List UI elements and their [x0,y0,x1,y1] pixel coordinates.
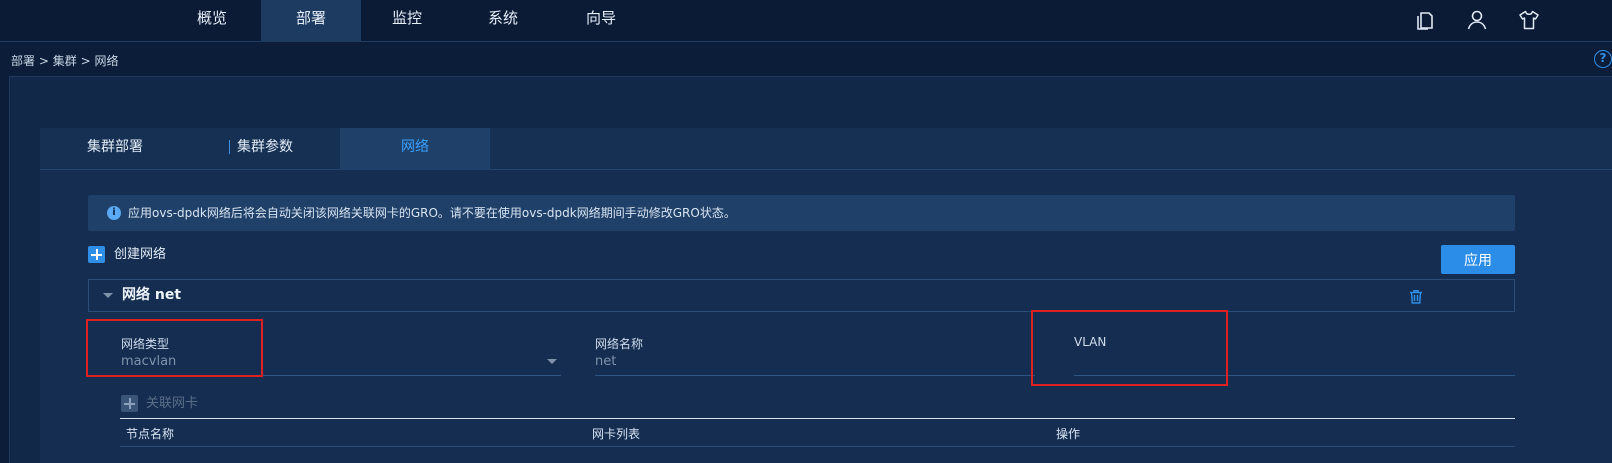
create-network-button[interactable]: 创建网络 [88,246,166,264]
user-icon[interactable] [1465,8,1489,32]
nav-item-overview[interactable]: 概览 [162,0,262,42]
associate-nic-label: 关联网卡 [146,396,199,411]
nav-item-deploy[interactable]: 部署 [261,0,361,42]
column-header-actions: 操作 [1056,427,1081,441]
notice-text: 应用ovs-dpdk网络后将会自动关闭该网络关联网卡的GRO。请不要在使用ovs… [128,206,736,220]
tab-cluster-params[interactable]: 集群参数 [190,128,340,170]
highlight-box-vlan [1031,310,1228,386]
top-navigation-bar: 概览 部署 监控 系统 向导 [0,0,1612,42]
table-top-border [120,418,1515,419]
select-caret-icon[interactable] [547,359,557,364]
breadcrumb-separator: > [80,54,95,68]
network-name-input[interactable]: net [595,354,616,369]
trash-icon[interactable] [1407,287,1425,305]
network-name-label: 网络名称 [595,337,644,351]
help-icon[interactable]: ? [1594,50,1612,68]
column-header-nic-list: 网卡列表 [592,427,641,441]
network-name-underline [595,375,1035,376]
nav-item-wizard[interactable]: 向导 [551,0,651,42]
apply-button[interactable]: 应用 [1441,245,1515,274]
table-header-border [120,446,1515,447]
highlight-box-network-type [86,319,263,377]
network-section-header: 网络 net [88,279,1515,312]
breadcrumb: 部署 > 集群 > 网络 [11,52,118,69]
breadcrumb-separator: > [38,54,53,68]
breadcrumb-item-cluster[interactable]: 集群 [53,54,77,68]
breadcrumb-item-network: 网络 [94,54,119,68]
create-network-label: 创建网络 [114,247,167,262]
copy-icon[interactable] [1413,8,1437,32]
breadcrumb-item-deploy[interactable]: 部署 [11,54,35,68]
tab-bar: 集群部署 集群参数 网络 [40,128,1612,170]
gro-notice-banner: i 应用ovs-dpdk网络后将会自动关闭该网络关联网卡的GRO。请不要在使用o… [88,195,1515,231]
nav-item-system[interactable]: 系统 [453,0,553,42]
plus-icon [121,395,138,412]
collapse-caret-icon[interactable] [103,293,113,298]
info-icon: i [107,206,121,220]
network-title: 网络 net [122,287,182,303]
column-header-node-name: 节点名称 [126,427,175,441]
tab-network[interactable]: 网络 [340,128,490,170]
associate-nic-button[interactable]: 关联网卡 [121,395,198,412]
tab-cluster-deploy[interactable]: 集群部署 [40,128,190,170]
nav-item-monitor[interactable]: 监控 [357,0,457,42]
plus-icon [88,246,105,263]
shirt-icon[interactable] [1517,8,1541,32]
